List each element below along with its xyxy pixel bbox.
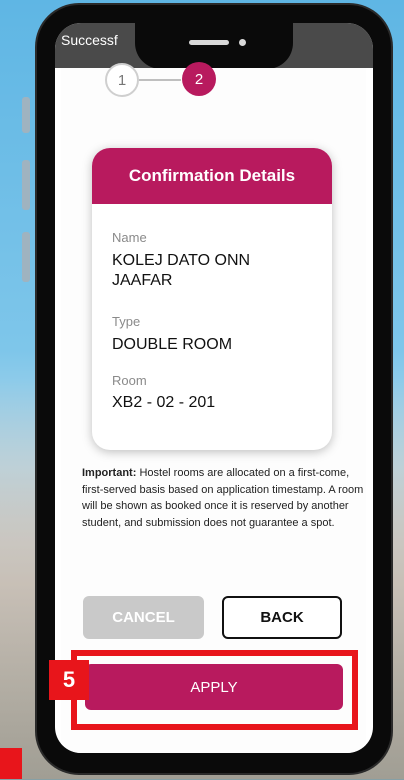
step-1-indicator: 1 bbox=[105, 63, 139, 97]
speaker-icon bbox=[189, 40, 229, 45]
background-mark bbox=[22, 232, 30, 282]
cancel-button[interactable]: CANCEL bbox=[83, 596, 204, 639]
status-bar-title: Successf bbox=[61, 32, 118, 48]
important-label: Important: bbox=[82, 467, 137, 479]
camera-icon bbox=[239, 39, 246, 46]
background-red-marker bbox=[0, 748, 22, 779]
room-label: Room bbox=[112, 373, 147, 388]
type-value: DOUBLE ROOM bbox=[112, 336, 233, 353]
name-label: Name bbox=[112, 230, 147, 245]
background-mark bbox=[22, 97, 30, 133]
important-note: Important: Hostel rooms are allocated on… bbox=[82, 465, 364, 531]
apply-highlight-frame bbox=[71, 650, 358, 730]
room-value: XB2 - 02 - 201 bbox=[112, 394, 216, 411]
name-value: KOLEJ DATO ONN JAAFAR bbox=[112, 252, 251, 289]
confirmation-card: Confirmation Details Name KOLEJ DATO ONN… bbox=[92, 148, 332, 450]
card-title: Confirmation Details bbox=[92, 148, 332, 204]
step-2-indicator: 2 bbox=[182, 62, 216, 96]
type-label: Type bbox=[112, 314, 141, 329]
tutorial-step-badge: 5 bbox=[49, 660, 89, 700]
stepper-connector bbox=[139, 79, 181, 81]
back-button[interactable]: BACK bbox=[222, 596, 342, 639]
background-mark bbox=[22, 160, 30, 210]
phone-notch bbox=[135, 23, 293, 69]
